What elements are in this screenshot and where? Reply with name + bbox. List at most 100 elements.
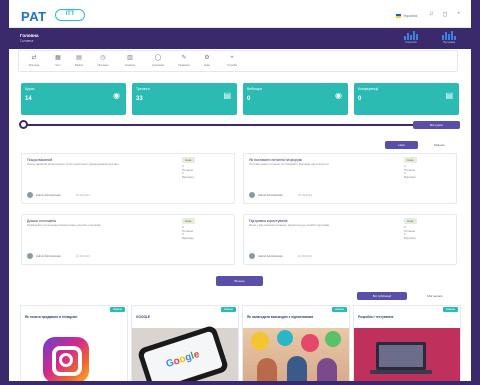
forum-card[interactable]: Дошка оголошень Розміщуйте оголошення бе… <box>21 214 235 265</box>
card-stats: Нове 0 Питання 0 Відповіді <box>404 157 417 179</box>
logo[interactable]: PAT <box>21 9 47 24</box>
tab-all-posts[interactable]: Всі публікації <box>357 292 407 300</box>
calendar-icon: ▥ <box>127 55 133 61</box>
status-badge: Нове <box>182 218 195 224</box>
bell-icon[interactable]: ♫ <box>429 11 434 18</box>
progress-slider-track[interactable] <box>23 124 413 126</box>
forum-card[interactable]: Підтримка користувачів Якщо у вас виникл… <box>243 214 457 265</box>
blog-post-card[interactable]: Новини GOOGLE Google <box>131 305 239 385</box>
blog-post-card[interactable]: Новини Як почати продавати в Instagram <box>20 305 128 385</box>
toolbar-item-rules[interactable]: ✎ Правила <box>173 55 195 67</box>
status-badge: Нове <box>404 157 417 163</box>
clock-icon: ◷ <box>100 55 106 61</box>
post-tag: Новини <box>220 307 236 312</box>
toolbar-item-info[interactable]: ⚙ Інфо <box>196 55 218 67</box>
stat-value: 33 <box>136 96 143 102</box>
post-image <box>354 328 460 384</box>
quick-toolbar: ⇄ Розклад ▦ Тест ▤ Файли ◷ Питання ▥ Новини ◯… <box>18 50 458 72</box>
stat-card-trainings[interactable]: Тренінги 33 ▤ <box>132 83 237 115</box>
google-logo: Google <box>142 330 224 384</box>
avatar <box>249 192 255 198</box>
stat-value: 0 <box>247 96 251 102</box>
stat-label: Конференції <box>358 87 379 91</box>
blog-post-card[interactable]: Новини Розробка і тестування <box>353 305 461 385</box>
toolbar-item-schedule[interactable]: ⇄ Розклад <box>23 55 45 67</box>
card-description: Якщо у вас виникли питання, зверніться д… <box>249 223 330 227</box>
card-author[interactable]: Admin Administrator <box>36 254 61 258</box>
tab-my-posts[interactable]: Мої записи <box>410 292 460 300</box>
page-header: Головна Головна Технології Підтримка <box>9 28 471 49</box>
camera-icon: ◉ <box>113 91 120 100</box>
gear-icon: ⚙ <box>204 55 210 61</box>
card-date: 20.09.2021 <box>298 193 312 197</box>
post-image: Google <box>132 324 238 384</box>
logo-badge: ITT <box>55 9 85 21</box>
stat-card-webinars[interactable]: Вебінари 0 ◉ <box>243 83 348 115</box>
card-stats: Нове 0 Питання 0 Відповіді <box>182 157 195 179</box>
stat-card-courses[interactable]: Курси 14 ◉ <box>21 83 126 115</box>
tab-rating[interactable]: Рейтинг <box>423 141 456 149</box>
post-tag: Новини <box>442 307 458 312</box>
document-icon: ▤ <box>223 91 231 100</box>
camera-icon: ◉ <box>335 91 342 100</box>
language-label: Україна <box>403 13 418 18</box>
grid-icon: ▦ <box>55 55 61 61</box>
partner-logo-1: Технології <box>395 31 427 46</box>
forum-card[interactable]: Як поставити питання на форумі Поставте … <box>243 153 457 204</box>
post-title[interactable]: GOOGLE <box>136 315 212 319</box>
document-icon: ▤ <box>445 91 453 100</box>
status-badge: Нове <box>182 157 195 163</box>
load-more-button[interactable]: Більше <box>216 276 263 286</box>
instagram-logo-icon <box>43 337 89 383</box>
card-description: Пошук вакансій безкоштовно та без реєстр… <box>27 162 120 166</box>
right-frame <box>471 0 480 385</box>
stat-label: Курси <box>25 87 35 91</box>
breadcrumb: Головна <box>20 39 34 43</box>
forum-card[interactable]: Пошук вакансій Пошук вакансій безкоштовн… <box>21 153 235 204</box>
card-author[interactable]: Admin Administrator <box>258 193 283 197</box>
card-stats: Нове 0 Питання 0 Відповіді <box>404 218 417 240</box>
tab-new[interactable]: Нові <box>385 141 418 149</box>
user-icon: ◯ <box>154 55 162 61</box>
toolbar-item-test[interactable]: ▦ Тест <box>47 55 69 67</box>
toolbar-item-service[interactable]: + Служба <box>221 55 243 67</box>
workspace-photo <box>354 328 460 384</box>
book-icon: ▤ <box>76 55 82 61</box>
plus-icon: + <box>230 55 234 61</box>
stat-value: 14 <box>25 96 32 102</box>
stat-card-conferences[interactable]: Конференції 0 ▤ <box>354 83 459 115</box>
card-author[interactable]: Admin Administrator <box>258 254 283 258</box>
post-title[interactable]: Як почати продавати в Instagram <box>25 315 101 319</box>
left-frame <box>0 0 9 385</box>
post-tag: Новини <box>331 307 347 312</box>
language-selector[interactable]: Україна <box>396 13 417 18</box>
toolbar-item-questions[interactable]: ◷ Питання <box>92 55 114 67</box>
toolbar-item-files[interactable]: ▤ Файли <box>68 55 90 67</box>
card-description: Розміщуйте оголошення безкоштовно для вс… <box>27 223 102 227</box>
partner-logo-2: Підтримка <box>433 31 465 46</box>
card-date: 20.09.2021 <box>76 193 90 197</box>
page-title: Головна <box>20 33 39 38</box>
pin-icon: ✎ <box>181 55 187 61</box>
post-image <box>243 328 349 384</box>
post-image <box>21 328 127 384</box>
card-date: 20.09.2021 <box>76 254 90 258</box>
stat-label: Вебінари <box>247 87 262 91</box>
message-icon[interactable]: ◻ <box>443 11 448 18</box>
progress-slider-handle[interactable] <box>19 120 28 129</box>
post-title[interactable]: Розробка і тестування <box>358 315 434 319</box>
post-title[interactable]: Як налагодити взаємодію з підписниками <box>247 315 323 319</box>
top-bar: PAT ITT Україна ♫ ◻ ◔ <box>9 0 471 28</box>
all-courses-button[interactable]: Всі курси <box>413 121 460 129</box>
avatar <box>249 253 255 259</box>
user-icon[interactable]: ◔ <box>456 11 460 18</box>
stat-value: 0 <box>358 96 362 102</box>
post-tag: Новини <box>109 307 125 312</box>
blog-post-card[interactable]: Новини Як налагодити взаємодію з підписн… <box>242 305 350 385</box>
flag-icon <box>396 13 401 18</box>
card-author[interactable]: Admin Administrator <box>36 193 61 197</box>
toolbar-item-members[interactable]: ◯ Учасники <box>147 55 169 67</box>
card-date: 20.09.2021 <box>298 254 312 258</box>
card-description: Поставте ваше питання та отримайте відпо… <box>249 162 330 166</box>
toolbar-item-news[interactable]: ▥ Новини <box>119 55 141 67</box>
